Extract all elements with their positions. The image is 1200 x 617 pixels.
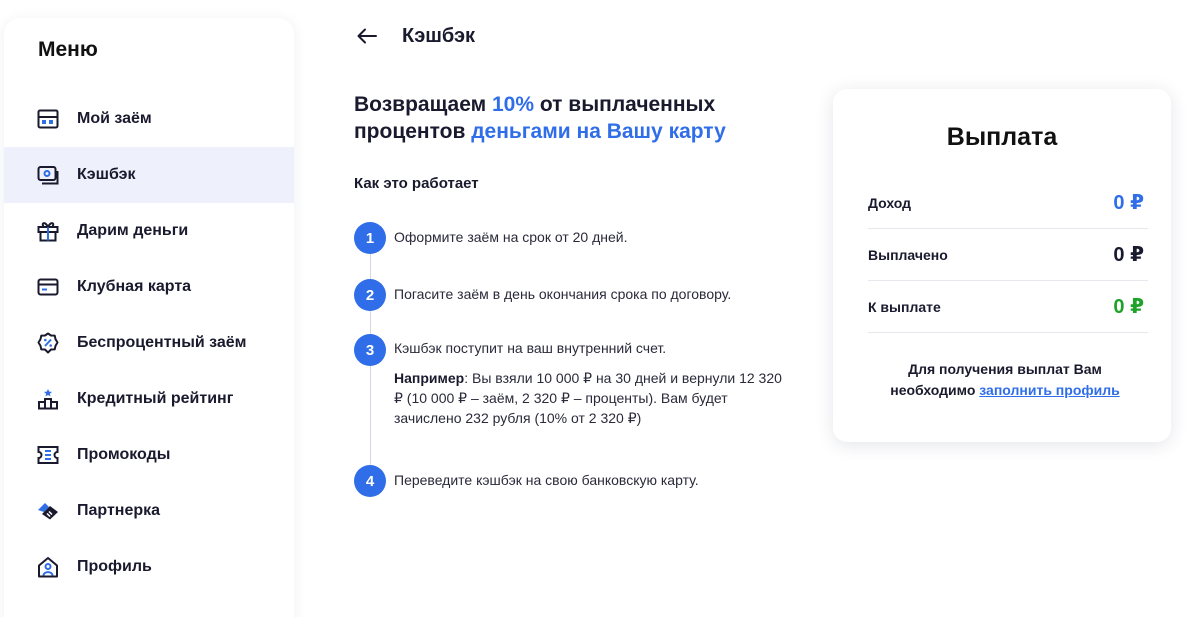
step-text: Оформите заём на срок от 20 дней. (394, 229, 628, 245)
fill-profile-link[interactable]: заполнить профиль (979, 382, 1119, 398)
sidebar-item-label: Профиль (77, 558, 152, 575)
sidebar-item-label: Беспроцентный заём (77, 334, 247, 351)
step-number-badge: 4 (354, 465, 386, 497)
sidebar-menu: Мой заём Кэшбэк Дарим деньги Клубная кар… (4, 91, 294, 595)
cashback-icon (37, 164, 59, 186)
step-number-badge: 3 (354, 334, 386, 366)
how-it-works-title: Как это работает (354, 175, 479, 192)
payout-row-paid: Выплачено 0 ₽ (868, 229, 1148, 281)
step-text: Погасите заём в день окончания срока по … (394, 286, 732, 302)
sidebar-item-credit-rating[interactable]: Кредитный рейтинг (4, 371, 294, 427)
sidebar-item-label: Промокоды (77, 446, 171, 463)
payout-row-value: 0 ₽ (1113, 192, 1144, 214)
payout-row-value: 0 ₽ (1113, 244, 1144, 266)
sidebar-item-interest-free-loan[interactable]: Беспроцентный заём (4, 315, 294, 371)
payout-title: Выплата (946, 123, 1058, 151)
step-number-badge: 1 (354, 222, 386, 254)
payout-note: Для получения выплат Вам необходимо запо… (873, 359, 1137, 401)
step-text: Переведите кэшбэк на свою банковскую кар… (394, 472, 699, 488)
sidebar-item-profile[interactable]: Профиль (4, 539, 294, 595)
sidebar-item-label: Клубная карта (77, 278, 192, 295)
payout-row-label: Выплачено (868, 246, 948, 263)
headline-accent-percent: 10% (492, 93, 535, 116)
sidebar: Меню Мой заём Кэшбэк Дарим деньги Клубна… (4, 18, 294, 617)
gift-icon (37, 220, 59, 242)
loan-icon (37, 108, 59, 130)
sidebar-item-gift-money[interactable]: Дарим деньги (4, 203, 294, 259)
step-example: Например: Вы взяли 10 000 ₽ на 30 дней и… (394, 368, 794, 428)
step-number-badge: 2 (354, 279, 386, 311)
example-label: Например (394, 370, 465, 386)
sidebar-item-cashback[interactable]: Кэшбэк (4, 147, 294, 203)
sidebar-item-label: Дарим деньги (77, 222, 189, 239)
podium-icon (37, 388, 59, 410)
sidebar-item-label: Партнерка (77, 502, 161, 519)
payout-row-to-pay: К выплате 0 ₽ (868, 281, 1148, 333)
step-text: Кэшбэк поступит на ваш внутренний счет. (394, 340, 667, 356)
page-header: Кэшбэк (355, 24, 475, 48)
sidebar-title: Меню (38, 38, 98, 61)
sidebar-item-label: Мой заём (77, 110, 152, 127)
sidebar-item-promocodes[interactable]: Промокоды (4, 427, 294, 483)
percent-badge-icon (37, 332, 59, 354)
card-icon (37, 276, 59, 298)
ticket-icon (37, 444, 59, 466)
payout-rows: Доход 0 ₽ Выплачено 0 ₽ К выплате 0 ₽ (868, 177, 1148, 333)
sidebar-item-label: Кэшбэк (77, 166, 136, 183)
handshake-icon (37, 500, 59, 522)
headline-accent-card: деньгами на Вашу карту (471, 120, 726, 143)
payout-row-income: Доход 0 ₽ (868, 177, 1148, 229)
payout-row-label: К выплате (868, 298, 941, 315)
cashback-headline: Возвращаем 10% от выплаченных процентов … (354, 91, 814, 145)
payout-card: Выплата Доход 0 ₽ Выплачено 0 ₽ К выплат… (833, 89, 1171, 442)
payout-row-value: 0 ₽ (1113, 296, 1144, 318)
sidebar-item-label: Кредитный рейтинг (77, 390, 234, 407)
profile-house-icon (37, 556, 59, 578)
sidebar-item-partner[interactable]: Партнерка (4, 483, 294, 539)
page-title: Кэшбэк (402, 24, 476, 47)
payout-row-label: Доход (868, 194, 912, 211)
headline-text: Возвращаем (354, 93, 492, 116)
back-arrow-icon[interactable] (355, 24, 379, 48)
sidebar-item-my-loan[interactable]: Мой заём (4, 91, 294, 147)
sidebar-item-club-card[interactable]: Клубная карта (4, 259, 294, 315)
